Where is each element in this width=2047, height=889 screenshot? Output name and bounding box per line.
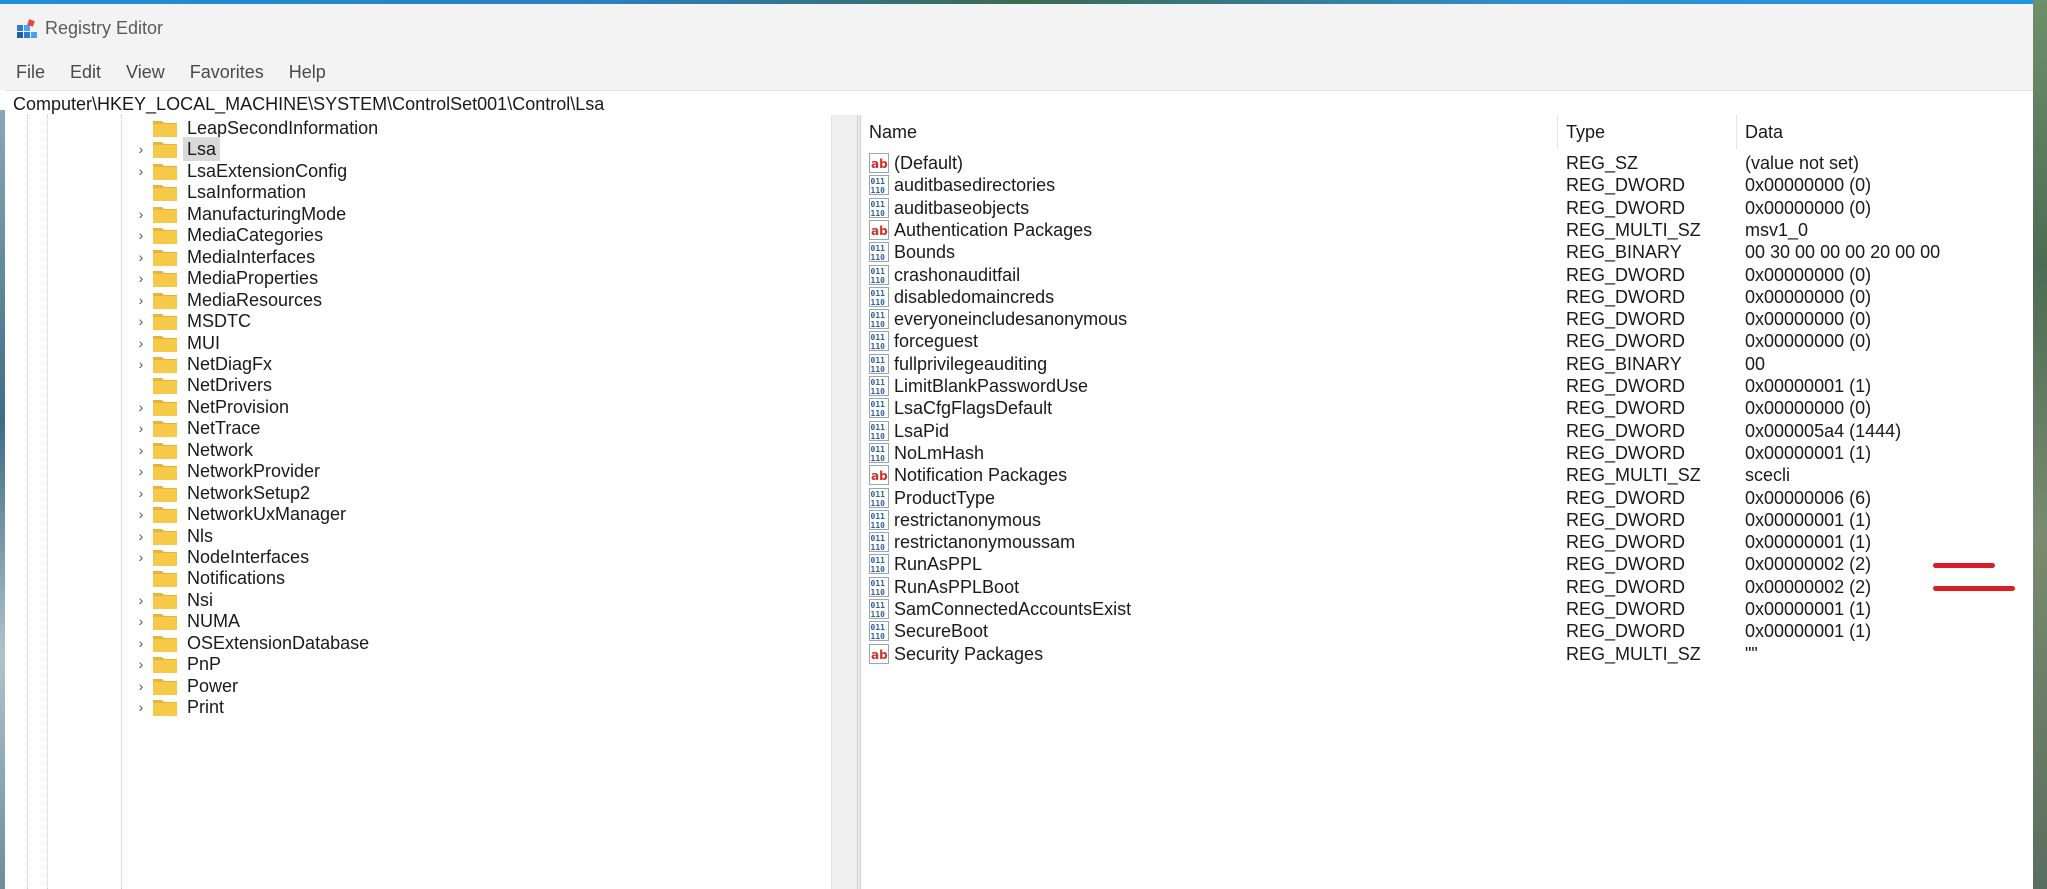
menu-bar: File Edit View Favorites Help	[0, 54, 2033, 90]
tree-scrollbar[interactable]	[831, 115, 857, 889]
string-value-icon: ab	[869, 465, 889, 486]
menu-help[interactable]: Help	[289, 54, 326, 90]
svg-text:011: 011	[871, 267, 886, 276]
key-tree-pane[interactable]: LeapSecondInformation › Lsa › LsaExtensionCo…	[5, 115, 857, 889]
chevron-right-icon[interactable]: ›	[133, 248, 149, 266]
menu-view[interactable]: View	[126, 54, 165, 90]
binary-value-icon: 011 110	[869, 309, 889, 330]
column-header-name[interactable]: Name	[861, 115, 1558, 149]
binary-value-icon: 011 110	[869, 599, 889, 619]
svg-text:011: 011	[871, 490, 886, 499]
chevron-right-icon[interactable]: ›	[133, 698, 149, 716]
binary-value-icon: 011 110	[869, 376, 889, 396]
binary-value-icon: 011 110	[869, 420, 889, 441]
binary-value-icon: 011 110	[869, 286, 889, 307]
svg-text:011: 011	[871, 356, 886, 365]
column-header-type[interactable]: Type	[1558, 115, 1737, 149]
chevron-right-icon[interactable]: ›	[133, 355, 149, 373]
column-header-data[interactable]: Data	[1737, 115, 2033, 149]
chevron-right-icon[interactable]: ›	[133, 548, 149, 566]
tree-item-label: Print	[187, 697, 225, 718]
binary-value-icon: 011 110	[869, 532, 889, 553]
svg-text:011: 011	[871, 177, 886, 186]
binary-value-icon: 011 110	[869, 175, 889, 196]
svg-text:011: 011	[871, 400, 886, 409]
value-type: REG_MULTI_SZ	[1566, 643, 1701, 664]
string-value-icon: ab	[869, 219, 889, 240]
svg-text:011: 011	[871, 423, 886, 432]
chevron-right-icon[interactable]: ›	[133, 162, 149, 180]
chevron-right-icon[interactable]: ›	[133, 612, 149, 630]
chevron-right-icon[interactable]: ›	[133, 205, 149, 223]
svg-text:011: 011	[871, 311, 886, 320]
chevron-right-icon[interactable]: ›	[133, 291, 149, 309]
red-annotation-underline	[1933, 563, 1995, 569]
svg-text:011: 011	[871, 244, 886, 253]
binary-value-icon: 011 110	[869, 331, 889, 352]
binary-value-icon: 011 110	[869, 197, 889, 218]
svg-text:011: 011	[871, 378, 886, 387]
binary-value-icon: 011 110	[869, 242, 889, 263]
chevron-right-icon[interactable]: ›	[133, 334, 149, 352]
chevron-right-icon[interactable]: ›	[133, 226, 149, 244]
desktop-wallpaper-right	[2033, 0, 2047, 889]
chevron-right-icon[interactable]: ›	[133, 655, 149, 673]
svg-text:ab: ab	[871, 648, 888, 662]
chevron-right-icon[interactable]: ›	[133, 484, 149, 502]
value-name: Security Packages	[894, 643, 1044, 664]
chevron-right-icon[interactable]: ›	[133, 677, 149, 695]
menu-edit[interactable]: Edit	[70, 54, 101, 90]
binary-value-icon: 011 110	[869, 509, 889, 530]
svg-text:ab: ab	[871, 224, 888, 238]
chevron-right-icon[interactable]: ›	[133, 527, 149, 545]
menu-favorites[interactable]: Favorites	[190, 54, 264, 90]
registry-editor-icon	[17, 19, 37, 38]
svg-text:011: 011	[871, 289, 886, 298]
red-annotation-underline	[1933, 585, 2015, 591]
menu-file[interactable]: File	[16, 54, 45, 90]
binary-value-icon: 011 110	[869, 621, 889, 642]
svg-text:011: 011	[871, 333, 886, 342]
values-list-pane[interactable]: Name Type Data ab (Default) REG_SZ (value n…	[861, 115, 2033, 889]
window-title: Registry Editor	[45, 18, 164, 38]
svg-text:011: 011	[871, 512, 886, 521]
svg-text:011: 011	[871, 200, 886, 209]
svg-text:ab: ab	[871, 157, 888, 171]
folder-icon	[152, 697, 178, 717]
string-value-icon: ab	[869, 153, 889, 173]
chevron-right-icon[interactable]: ›	[133, 591, 149, 609]
title-bar[interactable]: Registry Editor	[0, 4, 2033, 54]
chevron-right-icon[interactable]: ›	[133, 140, 149, 158]
binary-value-icon: 011 110	[869, 487, 889, 508]
svg-text:011: 011	[871, 579, 886, 588]
chevron-right-icon[interactable]: ›	[133, 505, 149, 523]
svg-text:011: 011	[871, 445, 886, 454]
chevron-right-icon[interactable]: ›	[133, 419, 149, 437]
svg-text:011: 011	[871, 556, 886, 565]
value-row[interactable]: ab Security Packages REG_MULTI_SZ ""	[861, 640, 2033, 669]
binary-value-icon: 011 110	[869, 353, 889, 374]
value-data: ""	[1745, 643, 1758, 664]
address-bar[interactable]: Computer\HKEY_LOCAL_MACHINE\SYSTEM\Contr…	[5, 90, 2033, 118]
binary-value-icon: 011 110	[869, 442, 889, 463]
binary-value-icon: 011 110	[869, 576, 889, 597]
chevron-right-icon[interactable]: ›	[133, 312, 149, 330]
svg-text:011: 011	[871, 623, 886, 632]
svg-text:011: 011	[871, 601, 886, 610]
chevron-right-icon[interactable]: ›	[133, 441, 149, 459]
binary-value-icon: 011 110	[869, 398, 889, 419]
chevron-right-icon[interactable]: ›	[133, 634, 149, 652]
string-value-icon: ab	[869, 643, 889, 664]
chevron-right-icon[interactable]: ›	[133, 398, 149, 416]
svg-text:011: 011	[871, 534, 886, 543]
binary-value-icon: 011 110	[869, 264, 889, 285]
chevron-right-icon[interactable]: ›	[133, 269, 149, 287]
tree-item[interactable]: › Print	[5, 693, 825, 721]
binary-value-icon: 011 110	[869, 554, 889, 575]
svg-text:ab: ab	[871, 469, 888, 483]
chevron-right-icon[interactable]: ›	[133, 462, 149, 480]
